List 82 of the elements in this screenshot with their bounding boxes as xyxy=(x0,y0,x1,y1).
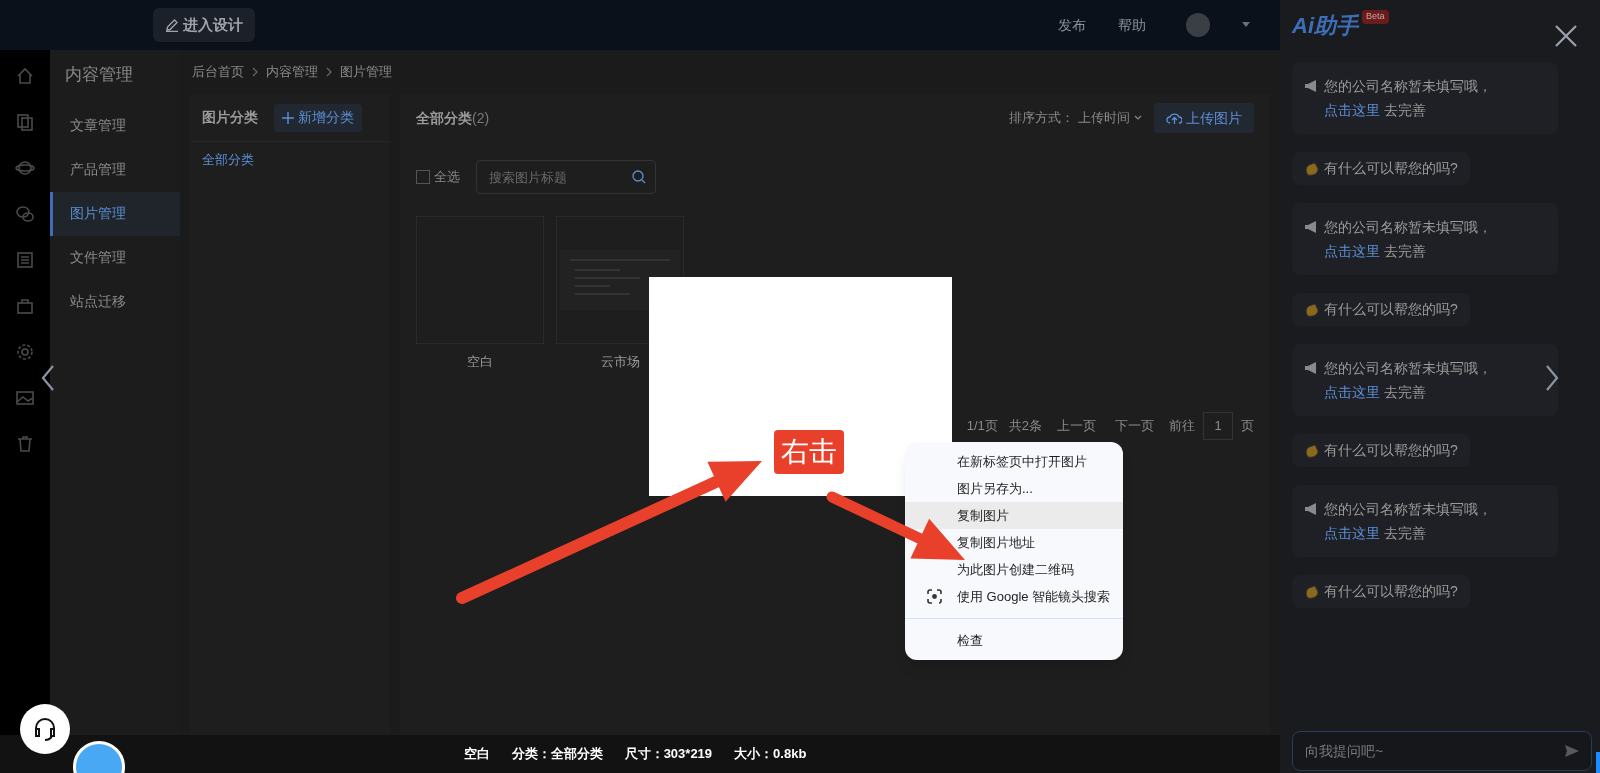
pages-icon xyxy=(15,112,35,132)
close-icon[interactable] xyxy=(1555,25,1577,47)
cloud-upload-icon xyxy=(1166,111,1182,125)
notice-message: 您的公司名称暂未填写哦， 点击这里 去完善 xyxy=(1324,77,1493,120)
greeting-message: 有什么可以帮您的吗? xyxy=(1324,159,1458,178)
chat-icon xyxy=(15,204,35,224)
top-link[interactable]: 发布 xyxy=(1058,14,1086,36)
design-button[interactable]: 进入设计 xyxy=(153,8,255,42)
caret-icon xyxy=(1134,115,1142,121)
total-count: 共2条 xyxy=(1008,416,1042,435)
planet-icon xyxy=(15,158,35,178)
menu-item[interactable]: 检查 xyxy=(905,627,1123,654)
ai-title: Ai助手 xyxy=(1292,11,1358,40)
scroll-marker xyxy=(1596,752,1600,773)
annotation-label: 右击 xyxy=(774,430,844,474)
image-caption: 云市场 xyxy=(600,353,640,371)
chevron-icon xyxy=(252,67,258,77)
breadcrumb-link[interactable]: 图片管理 xyxy=(340,62,392,82)
notice-message: 您的公司名称暂未填写哦， 点击这里 去完善 xyxy=(1324,218,1493,261)
home-icon xyxy=(15,66,35,86)
greeting-message: 有什么可以帮您的吗? xyxy=(1324,441,1458,460)
sidebar-title: 内容管理 xyxy=(64,64,134,86)
menu-item[interactable]: 复制图片地址 xyxy=(905,529,1123,556)
plus-icon xyxy=(282,111,294,124)
sort-dropdown[interactable]: 上传时间 xyxy=(1078,108,1142,128)
camera-search-icon xyxy=(927,589,942,604)
ask-input-field[interactable]: 向我提问吧~ xyxy=(1292,731,1592,771)
chevron-left-icon[interactable] xyxy=(41,364,55,392)
image-icon xyxy=(15,388,35,408)
image-info: 尺寸：303*219 xyxy=(624,745,713,764)
next-page-button[interactable]: 下一页 xyxy=(1111,415,1158,436)
image-info: 空白 xyxy=(463,745,490,764)
menu-item[interactable]: 图片另存为... xyxy=(905,475,1123,502)
headset-icon xyxy=(32,716,58,742)
menu-item[interactable]: 为此图片创建二维码 xyxy=(905,556,1123,583)
image-caption: 空白 xyxy=(467,353,493,371)
image-info: 分类：全部分类 xyxy=(511,745,603,764)
notice-message: 您的公司名称暂未填写哦， 点击这里 去完善 xyxy=(1324,500,1493,543)
complete-link[interactable]: 点击这里 xyxy=(1324,243,1380,259)
search-icon xyxy=(632,170,646,184)
breadcrumb-link[interactable]: 后台首页 xyxy=(192,62,244,82)
trash-icon xyxy=(15,434,35,454)
sort-label: 排序方式： xyxy=(1009,109,1074,128)
top-link[interactable]: 帮助 xyxy=(1118,14,1146,36)
page-unit: 页 xyxy=(1241,416,1254,435)
sidebar-item[interactable]: 文章管理 xyxy=(50,103,180,148)
category-title: 图片分类 xyxy=(202,108,258,127)
goto-label: 前往 xyxy=(1169,416,1195,435)
greeting-message: 有什么可以帮您的吗? xyxy=(1324,300,1458,319)
list-icon xyxy=(15,250,35,270)
image-info: 大小：0.8kb xyxy=(734,745,807,764)
page-count: 1/1页 xyxy=(966,416,998,435)
category-item[interactable]: 全部分类 xyxy=(190,142,390,178)
send-icon xyxy=(1564,744,1580,758)
complete-link[interactable]: 点击这里 xyxy=(1324,525,1380,541)
menu-item[interactable]: 复制图片 xyxy=(905,502,1123,529)
complete-link[interactable]: 点击这里 xyxy=(1324,102,1380,118)
search-field[interactable]: 搜索图片标题 xyxy=(476,160,656,194)
menu-item[interactable]: 在新标签页中打开图片 xyxy=(905,448,1123,475)
sidebar-item[interactable]: 图片管理 xyxy=(50,191,180,236)
greeting-message: 有什么可以帮您的吗? xyxy=(1324,582,1458,601)
beta-badge: Beta xyxy=(1362,10,1389,24)
chevron-right-icon[interactable] xyxy=(1545,364,1559,392)
breadcrumb-link[interactable]: 内容管理 xyxy=(266,62,318,82)
notice-message: 您的公司名称暂未填写哦， 点击这里 去完善 xyxy=(1324,359,1493,402)
gear-icon xyxy=(15,342,35,362)
add-category-button[interactable]: 新增分类 xyxy=(274,103,362,132)
pencil-icon xyxy=(165,18,179,32)
sidebar-item[interactable]: 文件管理 xyxy=(50,235,180,280)
page-input[interactable]: 1 xyxy=(1203,411,1233,440)
bag-icon xyxy=(15,296,35,316)
sidebar-item[interactable]: 产品管理 xyxy=(50,147,180,192)
menu-item[interactable]: 使用 Google 智能镜头搜索 xyxy=(905,583,1123,610)
gallery-title: 全部分类 xyxy=(416,108,472,128)
chevron-icon xyxy=(326,67,332,77)
upload-button[interactable]: 上传图片 xyxy=(1154,103,1254,133)
complete-link[interactable]: 点击这里 xyxy=(1324,384,1380,400)
image-count: (2) xyxy=(472,108,490,128)
sidebar-item[interactable]: 站点迁移 xyxy=(50,279,180,324)
prev-page-button[interactable]: 上一页 xyxy=(1053,415,1100,436)
caret-icon xyxy=(1242,22,1250,28)
select-all-checkbox[interactable]: 全选 xyxy=(416,167,460,187)
